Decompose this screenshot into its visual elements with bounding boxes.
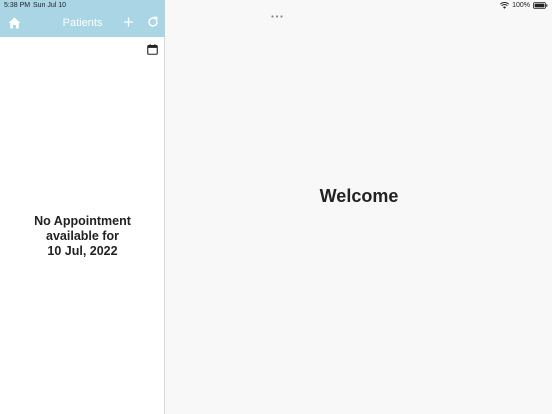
add-patient-button[interactable] — [122, 15, 135, 29]
status-date: Sun Jul 10 — [33, 2, 67, 9]
empty-message-line-2: available for — [46, 229, 119, 243]
home-button[interactable] — [8, 16, 21, 29]
main-content: 100% Welcome — [166, 0, 552, 414]
wifi-icon — [500, 2, 510, 9]
calendar-icon — [147, 44, 158, 55]
empty-message-line-1: No Appointment — [34, 214, 131, 228]
empty-message-date: 10 Jul, 2022 — [47, 244, 118, 258]
status-indicators: 100% — [500, 1, 548, 10]
battery-percent: 100% — [512, 2, 530, 9]
patients-sidebar: 5:38 PM Sun Jul 10 Patients No Appointme… — [0, 0, 165, 414]
status-time: 5:38 PM — [4, 2, 31, 9]
refresh-icon — [148, 16, 158, 27]
welcome-heading: Welcome — [319, 186, 399, 206]
no-appointment-message: No Appointment available for 10 Jul, 202… — [0, 214, 165, 259]
battery-icon — [533, 2, 548, 9]
app-screen: 5:38 PM Sun Jul 10 Patients No Appointme… — [0, 0, 552, 414]
sidebar-title: Patients — [62, 17, 103, 29]
calendar-button[interactable] — [147, 42, 158, 55]
refresh-button[interactable] — [146, 15, 160, 29]
sidebar-header: 5:38 PM Sun Jul 10 Patients — [0, 0, 165, 37]
multitasking-handle[interactable] — [271, 5, 283, 18]
home-icon — [8, 17, 21, 29]
more-dots-icon — [271, 15, 283, 18]
plus-icon — [123, 17, 134, 27]
